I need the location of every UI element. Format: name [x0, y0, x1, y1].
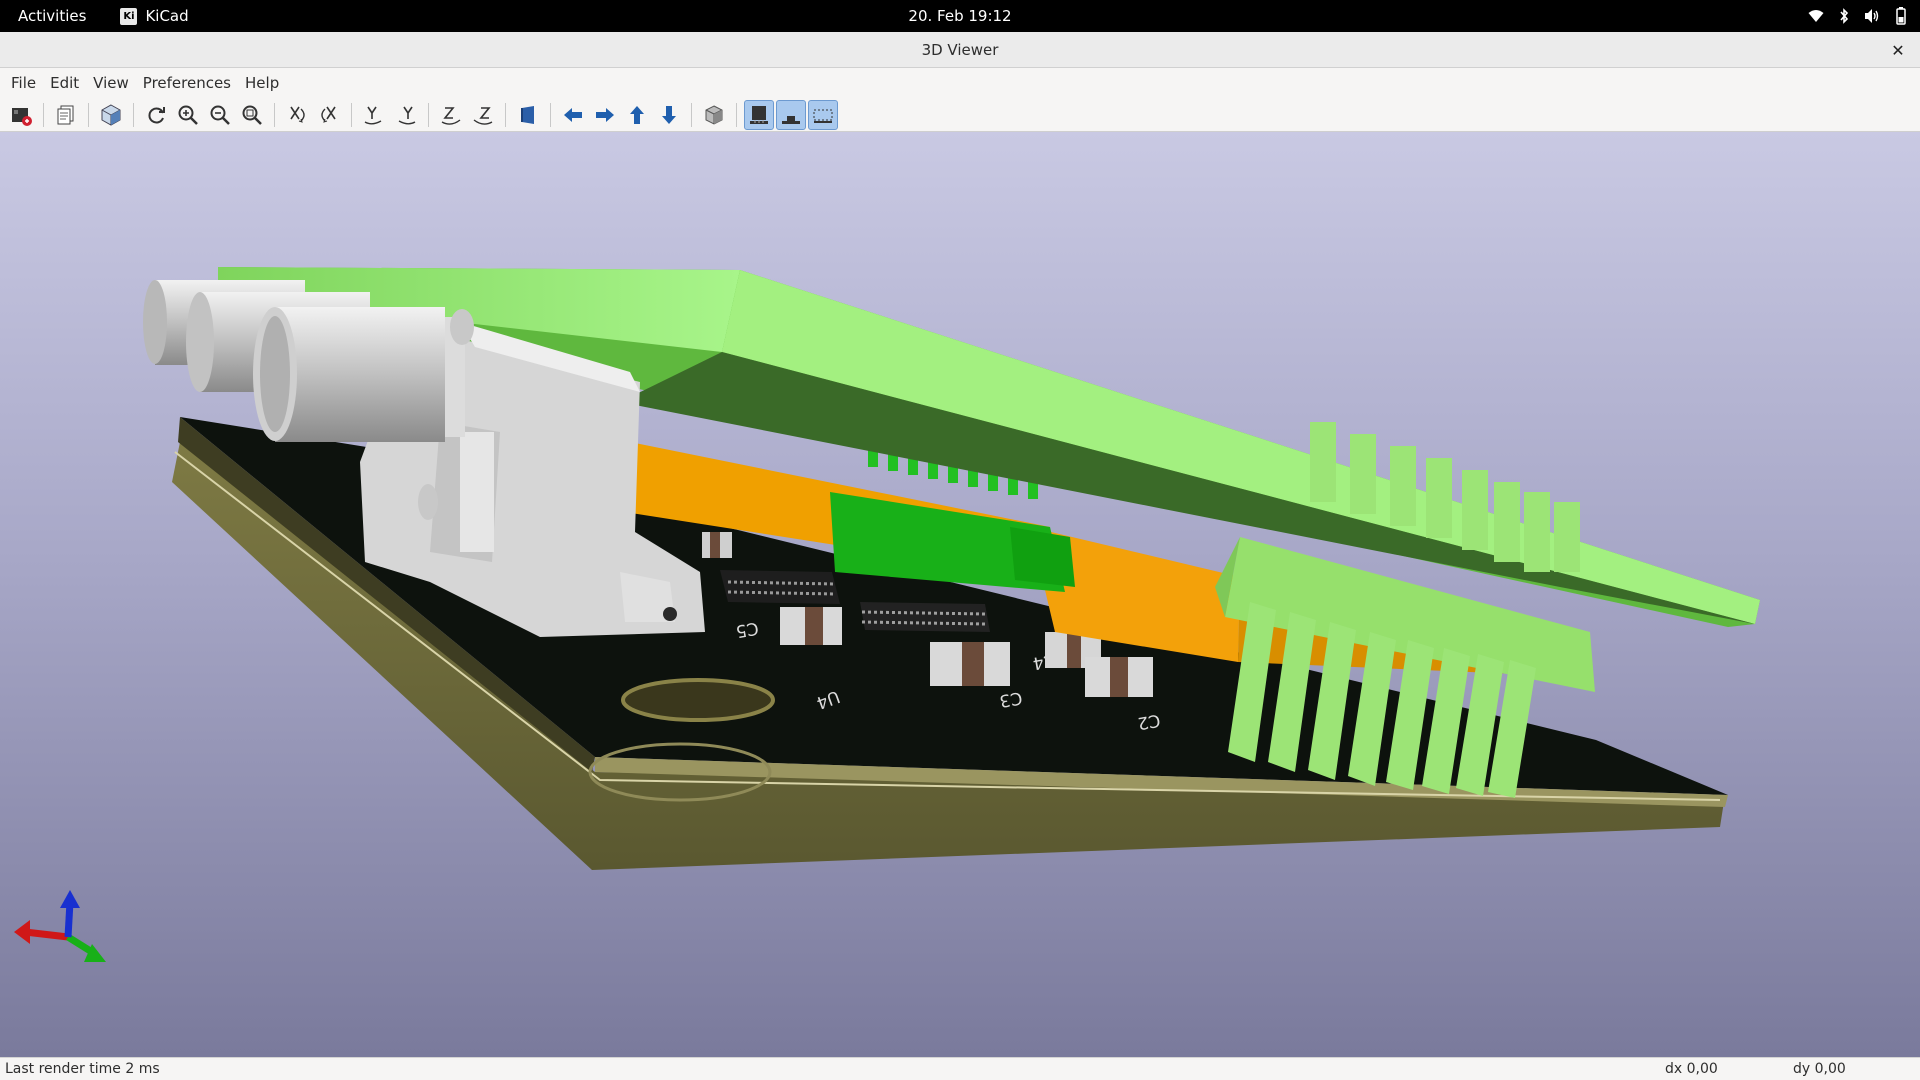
ortho-projection-icon: [705, 104, 723, 125]
show-smd-toggle[interactable]: [776, 99, 806, 130]
menu-bar: File Edit View Preferences Help: [0, 68, 1920, 98]
wifi-icon: [1808, 10, 1824, 22]
dy-readout: dy 0,00: [1793, 1061, 1846, 1077]
pan-down-icon: [662, 105, 676, 124]
zoom-in-button[interactable]: [173, 100, 203, 130]
window-title: 3D Viewer: [921, 40, 999, 59]
show-tht-icon: [750, 105, 768, 124]
menu-edit[interactable]: Edit: [43, 70, 86, 96]
zoom-in-icon: [178, 105, 198, 125]
pan-left-icon: [564, 107, 582, 122]
pan-up-icon: [630, 105, 644, 124]
y-axis-green: [66, 934, 94, 955]
window-titlebar[interactable]: 3D Viewer ✕: [0, 32, 1920, 68]
zoom-out-icon: [210, 105, 230, 125]
close-window-button[interactable]: ✕: [1886, 38, 1910, 62]
rotate-y-ccw-icon: [398, 106, 416, 124]
menu-preferences[interactable]: Preferences: [136, 70, 238, 96]
zoom-out-button[interactable]: [205, 100, 235, 130]
label-c2: C2: [1136, 709, 1162, 733]
copy-image-button[interactable]: [51, 100, 81, 130]
capacitor-c2: [1085, 657, 1153, 697]
refresh-icon: [148, 106, 165, 123]
3d-canvas[interactable]: U4 C5 C4 C3 C2: [0, 132, 1920, 1057]
render-time: Last render time 2 ms: [5, 1061, 160, 1077]
pan-down-button[interactable]: [654, 100, 684, 130]
clock[interactable]: 20. Feb 19:12: [908, 7, 1011, 25]
menu-view[interactable]: View: [86, 70, 136, 96]
raytracing-icon: [101, 103, 121, 126]
axis-gizmo: [14, 890, 106, 962]
reload-board-button[interactable]: [6, 100, 36, 130]
rotate-x-cw-button[interactable]: [282, 100, 312, 130]
ortho-projection-button[interactable]: [699, 100, 729, 130]
show-tht-toggle[interactable]: [744, 99, 774, 130]
copy-image-icon: [57, 105, 74, 124]
battery-icon: [1896, 7, 1906, 25]
x-axis-red: [24, 928, 69, 941]
show-virtual-toggle[interactable]: [808, 99, 838, 130]
system-tray[interactable]: [1808, 0, 1906, 32]
rotate-z-ccw-button[interactable]: [468, 100, 498, 130]
rotate-x-ccw-button[interactable]: [314, 100, 344, 130]
toolbar: [0, 98, 1920, 132]
menu-file[interactable]: File: [4, 70, 43, 96]
bluetooth-icon: [1840, 8, 1849, 24]
raytracing-button[interactable]: [96, 100, 126, 130]
zoom-fit-icon: [242, 105, 262, 125]
rotate-z-cw-icon: [441, 106, 461, 125]
capacitor-c3: [930, 642, 1010, 686]
show-smd-icon: [782, 115, 800, 124]
rotate-z-cw-button[interactable]: [436, 100, 466, 130]
pan-left-button[interactable]: [558, 100, 588, 130]
rotate-y-cw-button[interactable]: [359, 100, 389, 130]
refresh-button[interactable]: [141, 100, 171, 130]
activities-button[interactable]: Activities: [18, 7, 86, 25]
kicad-logo-icon: Ki: [120, 7, 138, 25]
pcb-3d-scene: U4 C5 C4 C3 C2: [14, 267, 1760, 962]
label-c3: C3: [998, 687, 1024, 711]
flip-board-icon: [521, 105, 534, 124]
flip-board-button[interactable]: [513, 100, 543, 130]
rotate-y-ccw-button[interactable]: [391, 100, 421, 130]
app-name: KiCad: [145, 7, 189, 25]
pan-right-button[interactable]: [590, 100, 620, 130]
show-virtual-icon: [813, 109, 833, 123]
3d-viewer-window: 3D Viewer ✕ File Edit View Preferences H…: [0, 32, 1920, 1080]
pan-up-button[interactable]: [622, 100, 652, 130]
rotate-x-cw-icon: [290, 106, 305, 123]
ic-chip: [720, 570, 840, 604]
capacitor-c5: [780, 607, 842, 645]
reload-board-icon: [12, 107, 32, 126]
zoom-fit-button[interactable]: [237, 100, 267, 130]
jack-barrel-3: [253, 307, 445, 442]
rotate-y-cw-icon: [364, 106, 382, 124]
capacitor-small: [702, 532, 732, 558]
rotate-z-ccw-icon: [473, 106, 493, 125]
app-menu[interactable]: Ki KiCad: [120, 7, 189, 25]
mounting-hole: [621, 678, 775, 722]
ic-chip-2: [860, 602, 990, 632]
rotate-x-ccw-icon: [321, 106, 336, 123]
menu-help[interactable]: Help: [238, 70, 286, 96]
status-bar: Last render time 2 ms dx 0,00 dy 0,00: [0, 1057, 1920, 1080]
label-c5: C5: [734, 617, 760, 641]
pan-right-icon: [596, 107, 614, 122]
dx-readout: dx 0,00: [1665, 1061, 1718, 1077]
volume-icon: [1865, 9, 1879, 23]
gnome-top-bar: Activities Ki KiCad 20. Feb 19:12: [0, 0, 1920, 32]
